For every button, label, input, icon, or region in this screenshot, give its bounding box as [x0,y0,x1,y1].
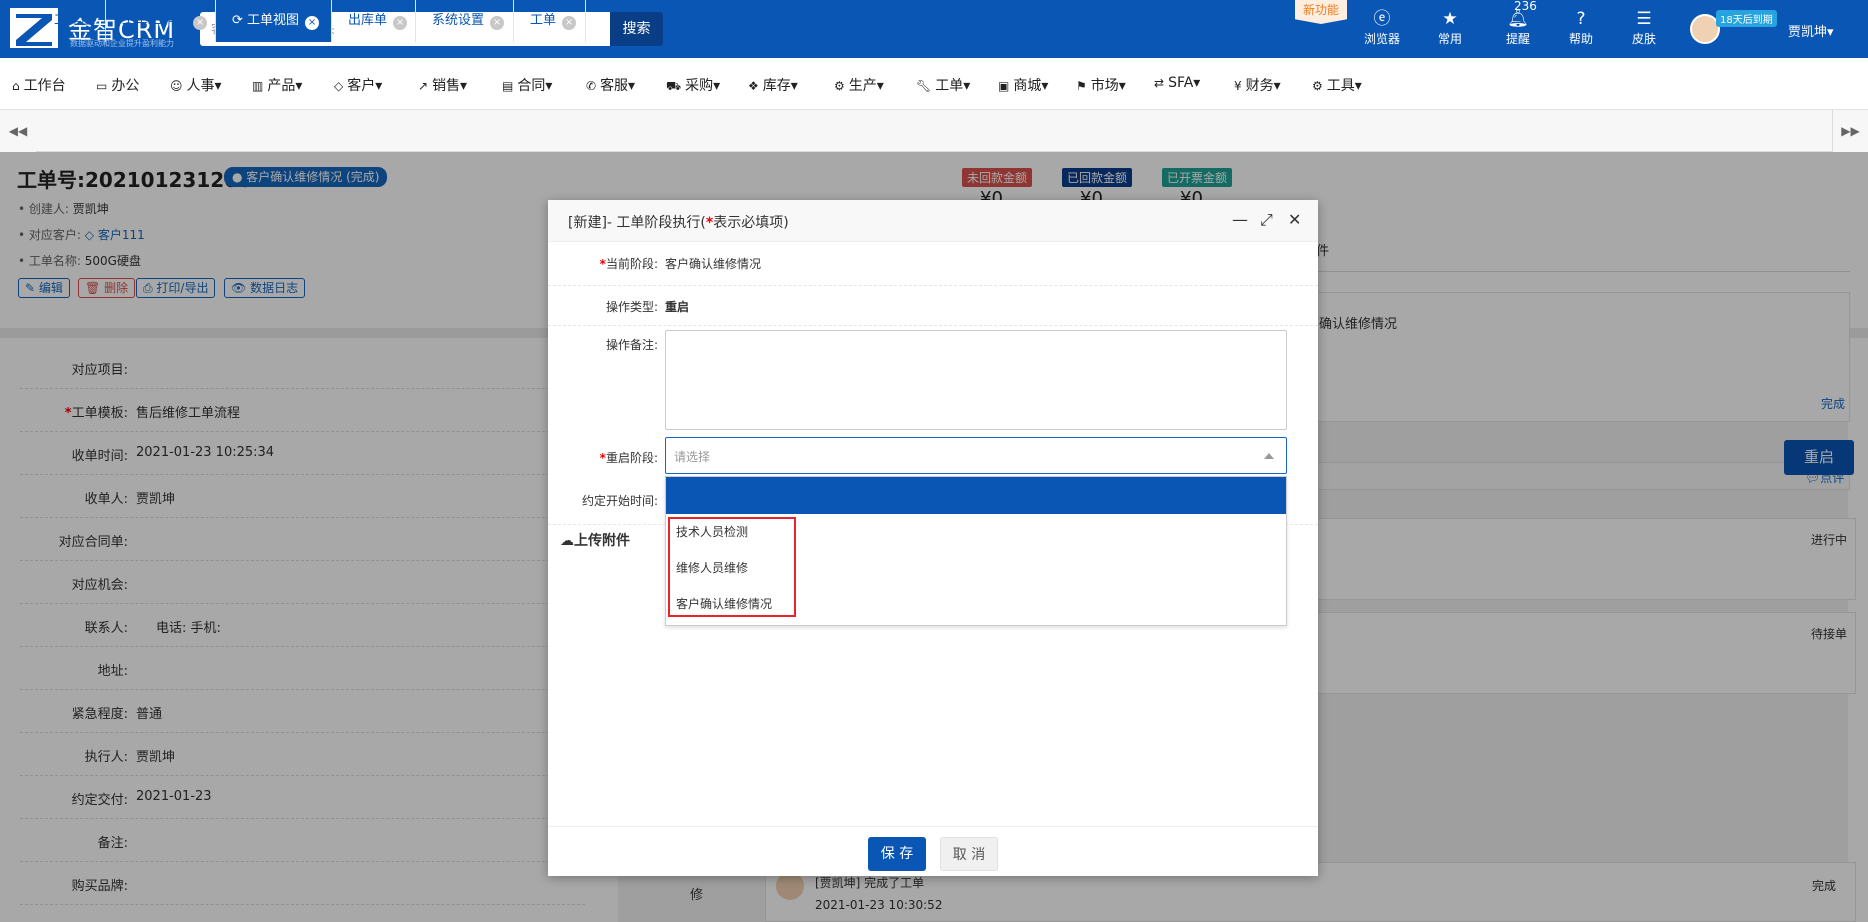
modal-title: [新建]- 工单阶段执行(*表示必填项) [568,215,789,231]
cancel-button[interactable]: 取 消 [940,837,998,871]
menu-hr[interactable]: ☺ 人事▾ [170,75,222,95]
menu-office[interactable]: ▭ 办公 [96,75,139,95]
tab-workbench[interactable]: 工作台 [38,0,106,42]
stage-execution-modal: [新建]- 工单阶段执行(*表示必填项) — ⤢ ✕ *当前阶段: 客户确认维修… [548,200,1318,876]
menu-market[interactable]: ⚑ 市场▾ [1076,75,1126,95]
menu-service[interactable]: ✆ 客服▾ [586,75,635,95]
menu-production[interactable]: ⚙ 生产▾ [834,75,884,95]
current-stage-row: *当前阶段: 客户确认维修情况 [548,242,1318,286]
refresh-icon[interactable]: ⟳ [232,13,247,28]
retweet-icon: ⇄ [1154,76,1165,90]
maximize-icon[interactable]: ⤢ [1260,210,1273,230]
tab-workorder-workbench[interactable]: 工单工作台 × [106,0,216,42]
skin-button[interactable]: ☰ 皮肤 [1612,8,1676,47]
close-icon[interactable]: × [193,16,208,30]
tab-scroll-right-icon[interactable]: ▶▶ [1832,110,1868,152]
favorites-label: 常用 [1437,32,1462,46]
close-icon[interactable]: × [305,16,320,30]
menu-finance[interactable]: ¥ 财务▾ [1234,75,1281,95]
tab-bar [0,110,1868,152]
close-icon[interactable]: × [393,16,408,30]
trial-badge: 18天后到期 [1716,10,1777,27]
restart-stage-label: *重启阶段: [599,451,658,465]
favorites-button[interactable]: ★ 常用 [1418,8,1482,47]
menu-contract[interactable]: ▤ 合同▾ [502,75,552,95]
menu-mall[interactable]: ▣ 商城▾ [998,75,1048,95]
home-icon: ⌂ [12,79,20,93]
dropdown-option-empty[interactable] [666,477,1286,514]
highlight-box [668,517,796,617]
search-button[interactable]: 搜索 [610,12,663,46]
menu-sales[interactable]: ↗ 销售▾ [418,75,467,95]
wrench-icon: 🔧︎ [916,79,932,93]
menu-inventory[interactable]: ❖ 库存▾ [748,75,798,95]
cloud-upload-icon: ☁ [560,533,574,549]
menu-purchase[interactable]: ⛟ 采购▾ [666,75,720,95]
help-icon: ? [1576,9,1586,29]
restart-stage-dropdown: 技术人员检测 维修人员维修 客户确认维修情况 [665,476,1287,626]
menu-workbench[interactable]: ⌂ 工作台 [12,75,66,95]
tab-system-settings[interactable]: 系统设置 × [416,0,514,42]
users-icon: ☺ [170,79,183,93]
new-feature-badge[interactable]: 新功能 [1295,0,1347,24]
menu-workorder[interactable]: 🔧︎ 工单▾ [916,75,970,95]
chart-icon: ↗ [418,79,429,93]
reminder-count-badge: 236 [1514,0,1537,13]
help-label: 帮助 [1568,32,1593,46]
restart-stage-placeholder: 请选择 [674,450,711,464]
star-icon: ★ [1442,9,1458,29]
minimize-icon[interactable]: — [1232,210,1248,229]
phone-icon: ✆ [586,79,597,93]
diamond-icon: ◇ [334,79,344,93]
restart-stage-select[interactable]: 请选择 [665,437,1287,474]
browser-icon: ⓔ [1373,9,1391,29]
close-icon[interactable]: ✕ [1288,210,1301,229]
reminder-label: 提醒 [1505,32,1530,46]
skin-icon: ☰ [1636,9,1652,29]
modal-footer: 保 存 取 消 [548,826,1318,876]
menu-customer[interactable]: ◇ 客户▾ [334,75,382,95]
tab-scroll-left-icon[interactable]: ◀◀ [0,110,36,152]
menu-product[interactable]: ▥ 产品▾ [252,75,302,95]
main-menu: ⌂ 工作台 ▭ 办公 ☺ 人事▾ ▥ 产品▾ ◇ 客户▾ ↗ 销售▾ ▤ 合同▾ ✆ 客服▾ ⛟… [0,58,1868,110]
tab-workorder-view[interactable]: ⟳ 工单视图 × [216,0,332,42]
cart-icon: ⛟ [666,79,682,93]
chevron-up-icon [1264,453,1274,459]
reminder-button[interactable]: 🔔︎ 提醒 [1486,8,1550,47]
yen-icon: ¥ [1234,79,1242,93]
save-button[interactable]: 保 存 [868,837,926,871]
operation-note-textarea[interactable] [665,330,1287,430]
barcode-icon: ▥ [252,79,264,93]
current-stage-value: 客户确认维修情况 [665,257,762,271]
browser-label: 浏览器 [1363,32,1400,46]
operation-type-row: 操作类型: 重启 [548,286,1318,326]
gear-icon: ⚙ [1312,79,1323,93]
modal-header: [新建]- 工单阶段执行(*表示必填项) — ⤢ ✕ [548,200,1318,242]
tab-workorder[interactable]: 工单 × [514,0,586,42]
menu-tools[interactable]: ⚙ 工具▾ [1312,75,1362,95]
upload-attachment-button[interactable]: ☁上传附件 [560,530,630,550]
user-menu[interactable]: 贾凯坤▾ [1788,21,1834,40]
menu-sfa[interactable]: ⇄ SFA▾ [1154,75,1200,91]
tab-outbound[interactable]: 出库单 × [332,0,416,42]
skin-label: 皮肤 [1631,32,1656,46]
laptop-icon: ▭ [96,79,108,93]
gift-icon: ▣ [998,79,1010,93]
bookmark-icon: ⚑ [1076,79,1087,93]
close-icon[interactable]: × [562,16,577,30]
operation-type-value: 重启 [665,300,690,314]
help-button[interactable]: ? 帮助 [1549,8,1613,47]
browser-button[interactable]: ⓔ 浏览器 [1350,8,1414,47]
cubes-icon: ❖ [748,79,759,93]
gears-icon: ⚙ [834,79,845,93]
close-icon[interactable]: × [490,16,505,30]
contract-icon: ▤ [502,79,514,93]
